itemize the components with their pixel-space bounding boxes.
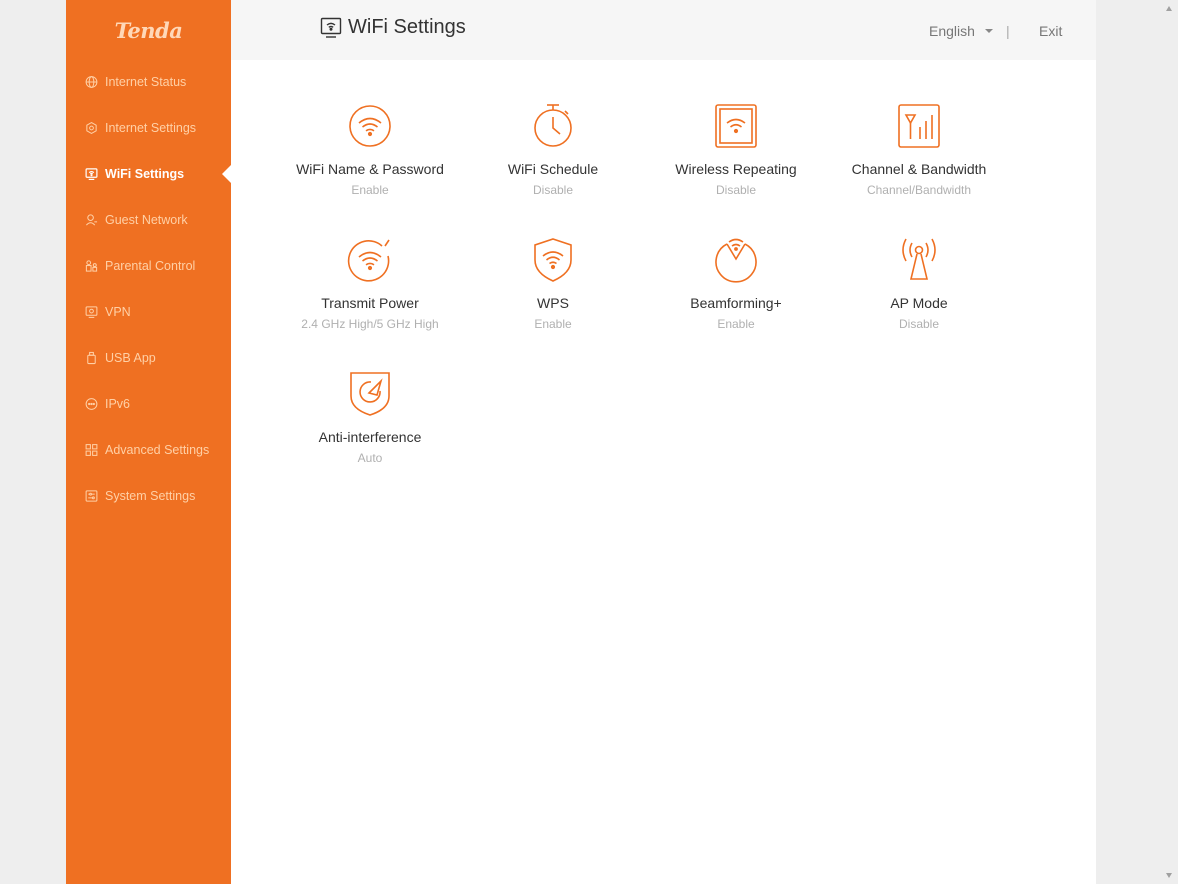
usb-icon — [87, 351, 96, 365]
tile-status: Enable — [534, 317, 572, 331]
sidebar-item-system-settings[interactable]: System Settings — [66, 473, 231, 519]
tile-anti-interference[interactable]: Anti-interference Auto — [285, 371, 455, 491]
antenna-icon — [902, 238, 936, 280]
wifi-monitor-icon — [85, 168, 98, 180]
sidebar-item-guest-network[interactable]: Guest Network — [66, 197, 231, 243]
stopwatch-icon — [534, 104, 572, 147]
sidebar-item-label: Internet Status — [105, 75, 187, 89]
page-header: WiFi Settings English | Exit — [231, 0, 1096, 60]
wifi-monitor-icon — [320, 17, 342, 38]
wifi-circle-icon — [349, 105, 391, 147]
sidebar-item-label: VPN — [105, 305, 131, 319]
sidebar-item-label: Advanced Settings — [105, 443, 210, 457]
sidebar-item-label: IPv6 — [105, 397, 131, 411]
sidebar-item-internet-status[interactable]: Internet Status — [66, 59, 231, 105]
vpn-monitor-icon — [85, 306, 98, 318]
sidebar-item-usb-app[interactable]: USB App — [66, 335, 231, 381]
scroll-down-arrow-icon[interactable] — [1166, 873, 1172, 878]
tile-label: Wireless Repeating — [675, 161, 797, 177]
tile-status: Disable — [715, 183, 757, 197]
sidebar-item-internet-settings[interactable]: Internet Settings — [66, 105, 231, 151]
tile-status: Auto — [357, 451, 383, 465]
active-indicator — [222, 165, 231, 183]
anti-interference-icon — [350, 372, 390, 416]
tile-status: Enable — [717, 317, 755, 331]
tile-label: AP Mode — [890, 295, 948, 311]
tile-label: WPS — [537, 295, 569, 311]
grid-icon — [85, 444, 98, 456]
wifi-power-icon — [347, 239, 390, 282]
tile-wireless-repeating[interactable]: Wireless Repeating Disable — [651, 103, 821, 223]
sidebar-item-wifi-settings[interactable]: WiFi Settings — [66, 151, 231, 197]
sidebar-item-parental-control[interactable]: Parental Control — [66, 243, 231, 289]
tile-status: Disable — [898, 317, 940, 331]
tile-label: Anti-interference — [318, 429, 422, 445]
sidebar-item-label: USB App — [105, 351, 156, 365]
signal-bars-icon — [898, 104, 940, 148]
ipv6-icon — [85, 398, 98, 410]
tile-status: 2.4 GHz High/5 GHz High — [301, 317, 439, 331]
window-scrollbar[interactable] — [1161, 0, 1178, 884]
sidebar-item-advanced-settings[interactable]: Advanced Settings — [66, 427, 231, 473]
tile-status: Disable — [532, 183, 574, 197]
tile-wps[interactable]: WPS Enable — [468, 237, 638, 357]
sidebar-item-ipv6[interactable]: IPv6 — [66, 381, 231, 427]
exit-link[interactable]: Exit — [1039, 23, 1062, 39]
tile-status: Channel/Bandwidth — [866, 183, 972, 197]
tile-label: WiFi Name & Password — [296, 161, 444, 177]
tile-channel-bandwidth[interactable]: Channel & Bandwidth Channel/Bandwidth — [834, 103, 1004, 223]
tenda-logo: Tenda — [114, 18, 183, 43]
tile-label: Transmit Power — [321, 295, 419, 311]
tile-wifi-schedule[interactable]: WiFi Schedule Disable — [468, 103, 638, 223]
tile-label: WiFi Schedule — [507, 161, 599, 177]
language-selector[interactable]: English — [929, 23, 993, 39]
page-title: WiFi Settings — [348, 16, 466, 38]
tile-label: Channel & Bandwidth — [851, 161, 987, 177]
main-content: WiFi Settings English | Exit WiFi Name &… — [231, 0, 1096, 884]
wifi-square-icon — [715, 104, 757, 148]
family-icon — [85, 260, 98, 272]
scroll-up-arrow-icon[interactable] — [1166, 6, 1172, 11]
tile-wifi-name-password[interactable]: WiFi Name & Password Enable — [285, 103, 455, 223]
tile-transmit-power[interactable]: Transmit Power 2.4 GHz High/5 GHz High — [285, 237, 455, 357]
sidebar-item-vpn[interactable]: VPN — [66, 289, 231, 335]
wifi-shield-icon — [534, 238, 572, 282]
sidebar: Tenda Internet Status Internet Settings … — [66, 0, 231, 884]
page-title-group: WiFi Settings — [320, 16, 466, 39]
language-label: English — [929, 23, 975, 39]
tile-label: Beamforming+ — [690, 295, 782, 311]
tile-status: Enable — [351, 183, 389, 197]
sidebar-item-label: Internet Settings — [105, 121, 197, 135]
chevron-down-icon — [984, 29, 993, 33]
beamforming-icon — [715, 238, 757, 283]
system-settings-icon — [85, 490, 98, 502]
tile-ap-mode[interactable]: AP Mode Disable — [834, 237, 1004, 357]
tile-beamforming[interactable]: Beamforming+ Enable — [651, 237, 821, 357]
gear-icon — [86, 122, 97, 134]
sidebar-item-label: Guest Network — [105, 213, 188, 227]
sidebar-item-label: WiFi Settings — [105, 167, 185, 181]
sidebar-item-label: Parental Control — [105, 259, 196, 273]
globe-icon — [85, 76, 98, 88]
sidebar-item-label: System Settings — [105, 489, 196, 503]
header-divider: | — [1006, 23, 1010, 39]
guest-user-icon — [86, 214, 98, 226]
